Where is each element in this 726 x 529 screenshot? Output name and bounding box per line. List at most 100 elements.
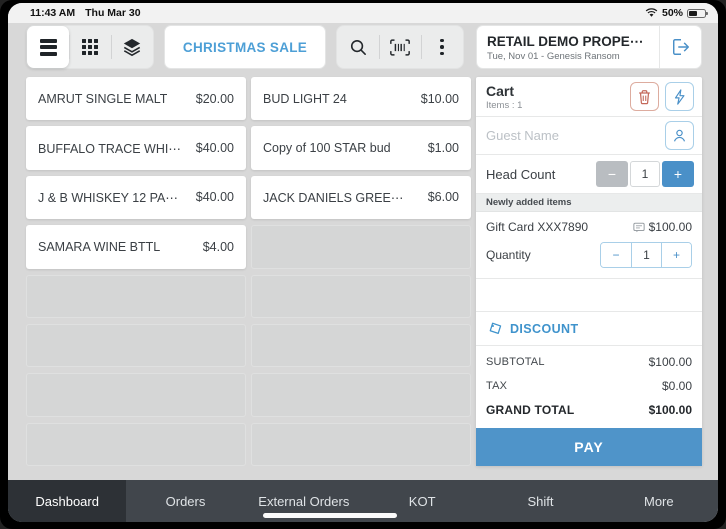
more-options-button[interactable] [421,26,463,68]
grid-view-button[interactable] [69,26,111,68]
product-tile[interactable]: AMRUT SINGLE MALT $20.00 [26,77,246,120]
product-price: $20.00 [196,92,234,106]
battery-icon [687,9,706,18]
logout-icon [670,37,692,57]
discount-button[interactable]: DISCOUNT [476,311,702,346]
battery-percent: 50% [662,7,683,19]
product-name: BUFFALO TRACE WHI⋯ [38,141,181,156]
quantity-value: 1 [631,243,661,267]
discount-label: DISCOUNT [510,322,578,336]
product-cell-empty [26,324,246,367]
cart-empty-space [476,279,702,311]
product-price: $1.00 [428,141,459,155]
cart-item[interactable]: Gift Card XXX7890 $100.00 Quantity − 1 [476,212,702,279]
product-price: $4.00 [203,240,234,254]
clear-cart-button[interactable] [630,82,659,111]
product-name: BUD LIGHT 24 [263,92,347,106]
product-tile[interactable]: J & B WHISKEY 12 PA⋯ $40.00 [26,176,246,219]
guest-name-row [476,117,702,155]
product-tile[interactable]: BUD LIGHT 24 $10.00 [251,77,471,120]
toolbar: CHRISTMAS SALE R [26,25,702,69]
head-count-value: 1 [630,161,660,187]
product-price: $40.00 [196,141,234,155]
pos-app-screen: 11:43 AM Thu Mar 30 50% [8,3,718,522]
product-cell-empty [251,225,471,268]
list-view-icon [40,39,57,56]
tablet-device-frame: 11:43 AM Thu Mar 30 50% [0,0,726,529]
head-count-row: Head Count − 1 + [476,155,702,194]
discount-icon [486,321,503,336]
product-cell-empty [26,423,246,466]
product-tile[interactable]: Copy of 100 STAR bud $1.00 [251,126,471,169]
nav-item-shift[interactable]: Shift [481,480,599,522]
cart-title: Cart [486,83,522,99]
guest-lookup-button[interactable] [665,121,694,150]
quantity-stepper: − 1 + [600,242,692,268]
search-icon [349,38,368,57]
home-indicator[interactable] [263,513,397,518]
product-cell-empty [251,275,471,318]
product-cell-empty [251,373,471,416]
total-value: $0.00 [662,379,692,393]
totals-section: SUBTOTAL $100.00 TAX $0.00 GRAND TOTAL $… [476,346,702,428]
logout-button[interactable] [659,26,701,68]
kebab-icon [440,39,444,56]
head-count-decrement-button[interactable]: − [596,161,628,187]
quantity-increment-button[interactable]: + [661,243,691,267]
list-view-button[interactable] [27,26,69,68]
product-price: $6.00 [428,190,459,204]
total-row: GRAND TOTAL $100.00 [486,398,692,422]
product-cell-empty [251,423,471,466]
product-tile[interactable]: SAMARA WINE BTTL $4.00 [26,225,246,268]
grid-view-icon [82,39,98,55]
status-bar: 11:43 AM Thu Mar 30 50% [8,3,718,23]
total-label: GRAND TOTAL [486,403,574,417]
nav-item-orders[interactable]: Orders [126,480,244,522]
product-name: JACK DANIELS GREE⋯ [263,190,403,205]
quick-action-button[interactable] [665,82,694,111]
head-count-increment-button[interactable]: + [662,161,694,187]
nav-item-more[interactable]: More [600,480,718,522]
product-name: AMRUT SINGLE MALT [38,92,167,106]
stack-icon [121,37,143,57]
guest-name-input[interactable] [486,128,665,143]
product-price: $40.00 [196,190,234,204]
guest-icon [672,128,687,143]
total-row: SUBTOTAL $100.00 [486,350,692,374]
store-selector[interactable]: RETAIL DEMO PROPE⋯ Tue, Nov 01 - Genesis… [477,26,659,68]
head-count-stepper: − 1 + [596,161,694,187]
head-count-label: Head Count [486,167,555,182]
quantity-decrement-button[interactable]: − [601,243,631,267]
product-price: $10.00 [421,92,459,106]
status-time: 11:43 AM [30,7,75,19]
store-subtitle: Tue, Nov 01 - Genesis Ransom [487,51,651,62]
store-header-group: RETAIL DEMO PROPE⋯ Tue, Nov 01 - Genesis… [476,25,702,69]
cart-header: Cart Items : 1 [476,77,702,117]
cart-item-price: $100.00 [649,220,692,234]
total-value: $100.00 [649,355,692,369]
product-cell-empty [26,275,246,318]
nav-item-dashboard[interactable]: Dashboard [8,480,126,522]
wifi-icon [645,8,658,18]
newly-added-items-header: Newly added items [476,194,702,212]
barcode-scan-button[interactable] [379,26,421,68]
status-date: Thu Mar 30 [85,7,140,19]
christmas-sale-label: CHRISTMAS SALE [183,40,307,55]
christmas-sale-button[interactable]: CHRISTMAS SALE [164,25,326,69]
product-cell-empty [251,324,471,367]
search-button[interactable] [337,26,379,68]
cart-items-count: Items : 1 [486,100,522,111]
product-tile[interactable]: JACK DANIELS GREE⋯ $6.00 [251,176,471,219]
view-mode-segmented-control [26,25,154,69]
quantity-label: Quantity [486,248,531,262]
pay-button[interactable]: PAY [476,428,702,466]
barcode-scan-icon [389,38,411,57]
total-row: TAX $0.00 [486,374,692,398]
actions-segmented-control [336,25,464,69]
product-tile[interactable]: BUFFALO TRACE WHI⋯ $40.00 [26,126,246,169]
category-stack-button[interactable] [111,26,153,68]
product-cell-empty [26,373,246,416]
total-label: SUBTOTAL [486,356,545,368]
main-content: AMRUT SINGLE MALT $20.00 BUD LIGHT 24 $1… [8,77,718,480]
quick-action-icon [673,89,686,105]
